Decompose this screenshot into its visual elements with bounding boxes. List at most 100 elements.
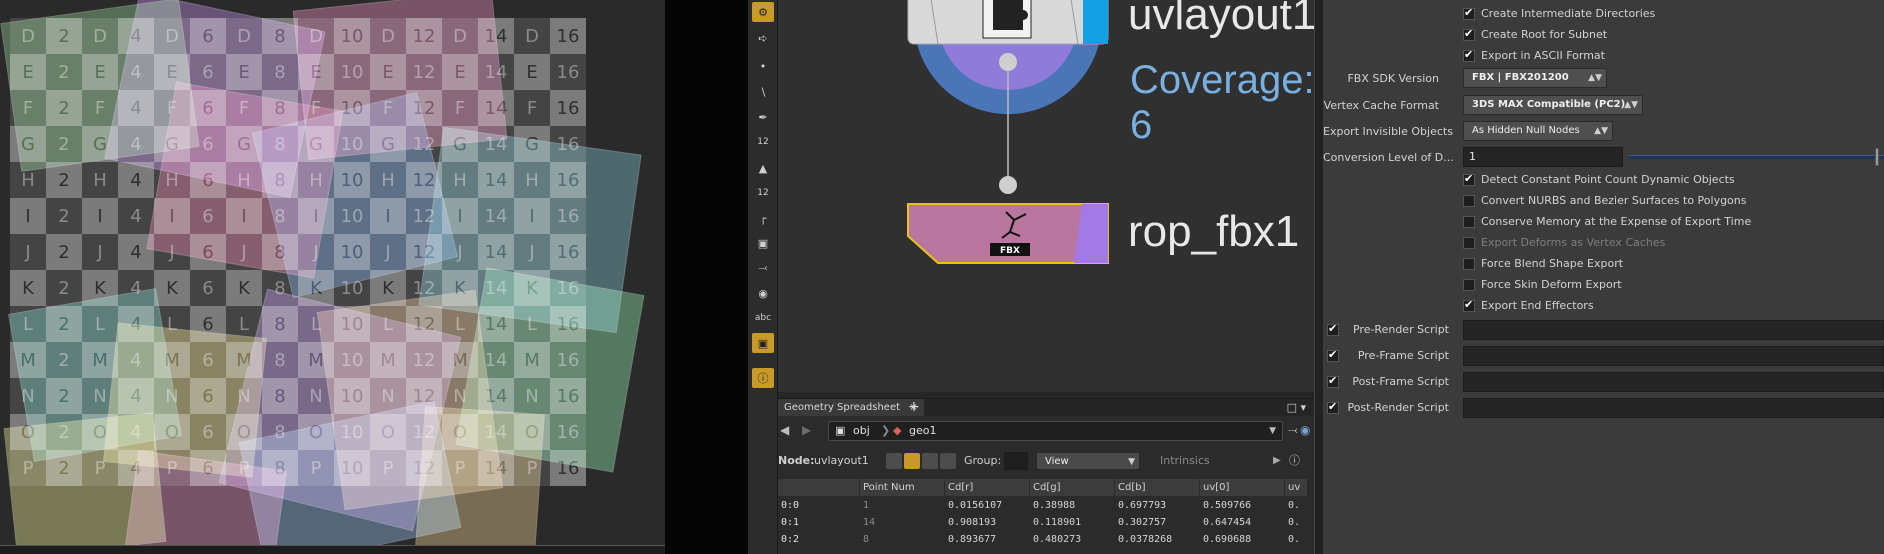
brush-icon[interactable]: ∖ — [752, 82, 774, 102]
script-toggle-label: Pre-Frame Script — [1357, 349, 1449, 362]
param-toggle-checkbox[interactable] — [1463, 6, 1475, 20]
play-icon[interactable]: ▶ — [1273, 451, 1281, 471]
row-index: 0:2 — [781, 534, 800, 545]
uv-checker-cell: 2 — [46, 270, 82, 306]
script-field[interactable] — [1463, 320, 1884, 340]
pen-icon[interactable]: ✒ — [752, 107, 774, 127]
add-tab-icon[interactable]: + — [908, 399, 920, 416]
column-header[interactable]: Point Num — [860, 479, 945, 496]
script-field[interactable] — [1463, 346, 1884, 366]
shelf-toolbar: ⚙ ➪ • ∖ ✒ 12 ▲ 12 ┌ ▣ ⤙ ◉ abc ▣ ⓘ — [748, 0, 778, 554]
uv-checker-cell: J — [10, 234, 46, 270]
point-icon[interactable]: • — [752, 56, 774, 76]
points-mode-icon[interactable] — [886, 453, 902, 469]
path-geo[interactable]: geo1 — [909, 422, 936, 440]
script-field[interactable] — [1463, 398, 1884, 418]
param-toggle-checkbox[interactable] — [1463, 216, 1475, 228]
detail-mode-icon[interactable] — [940, 453, 956, 469]
param-toggle-checkbox[interactable] — [1463, 48, 1475, 62]
link-icon[interactable]: ◉ — [1300, 423, 1310, 437]
table-cell: 0.509766 — [1203, 500, 1252, 511]
uv-viewport[interactable]: D 2 D 4 D 6 D 8 D 10 D 12 D 14 D 16 E 2 E 4 E 6 E 8 E 10 E 12 E 14 E 16… — [0, 0, 665, 554]
invisible-objects-dropdown[interactable]: As Hidden Null Nodes ▲▼ — [1463, 121, 1613, 141]
intrinsics-dropdown[interactable]: Intrinsics — [1160, 451, 1210, 471]
script-toggle-checkbox[interactable] — [1327, 348, 1339, 362]
table-cell: 0. — [1288, 517, 1301, 528]
rop-input-port[interactable] — [999, 176, 1017, 194]
script-toggle-label: Post-Frame Script — [1352, 375, 1449, 388]
row-index: 0:0 — [781, 500, 800, 511]
path-obj[interactable]: obj — [853, 422, 870, 440]
group-field[interactable] — [1004, 452, 1028, 470]
conversion-slider-track[interactable] — [1629, 155, 1884, 159]
primitives-mode-icon[interactable] — [922, 453, 938, 469]
column-header[interactable]: Cd[g] — [1030, 479, 1115, 496]
column-header[interactable]: Cd[b] — [1115, 479, 1200, 496]
transform-icon[interactable]: ▣ — [752, 233, 774, 253]
conversion-level-field[interactable]: 1 — [1463, 147, 1623, 167]
pin-icon[interactable]: ⤙ — [1288, 423, 1298, 438]
circle-icon[interactable]: ◉ — [752, 283, 774, 303]
path-dropdown-icon[interactable]: ▼ — [1269, 422, 1276, 440]
forward-arrow-icon[interactable]: ▶ — [802, 423, 811, 437]
param-toggle-checkbox[interactable] — [1463, 279, 1475, 291]
pane-menu-icon[interactable]: □ ▾ — [1287, 399, 1306, 416]
corner-icon[interactable]: ┌ — [752, 208, 774, 228]
path-input[interactable]: ▣ obj ❯ ◆ geo1 ▼ — [828, 421, 1283, 441]
uv-checker-cell: 6 — [190, 270, 226, 306]
table-cell: 0.908193 — [948, 517, 997, 528]
table-row[interactable]: 0:2 8 0.893677 0.480273 0.0378268 0.690688 0. — [778, 531, 1308, 548]
image-icon[interactable]: ▣ — [752, 333, 774, 353]
back-arrow-icon[interactable]: ◀ — [780, 423, 789, 437]
param-toggle-checkbox[interactable] — [1463, 27, 1475, 41]
fbx-sdk-dropdown[interactable]: FBX | FBX201200 ▲▼ — [1463, 68, 1607, 88]
column-header[interactable]: Cd[r] — [945, 479, 1030, 496]
uv-checker-cell: 4 — [118, 198, 154, 234]
uv-checker-cell: H — [82, 162, 118, 198]
view-dropdown[interactable]: View ▼ — [1036, 452, 1140, 470]
network-editor[interactable]: FBX uvlayout1 Coverage: 6 rop_fbx1 — [778, 0, 1314, 398]
column-header[interactable]: uv — [1285, 479, 1308, 496]
geo-icon: ◆ — [893, 424, 902, 437]
param-toggle-checkbox[interactable] — [1463, 195, 1475, 207]
uvlayout-flag[interactable] — [1083, 0, 1108, 44]
column-header[interactable]: uv[0] — [1200, 479, 1285, 496]
viewport-gutter — [665, 0, 748, 554]
pane-divider[interactable] — [1314, 0, 1323, 554]
column-header[interactable] — [778, 479, 860, 496]
param-toggle-checkbox[interactable] — [1463, 258, 1475, 270]
table-cell: 14 — [863, 517, 876, 528]
number-icon[interactable]: 12 — [752, 132, 774, 152]
table-cell: 0.118901 — [1033, 517, 1082, 528]
sculpt-icon[interactable]: ▲ — [752, 158, 774, 178]
conversion-slider-handle[interactable] — [1874, 148, 1879, 166]
param-toggle-checkbox[interactable] — [1463, 298, 1475, 312]
script-toggle-checkbox[interactable] — [1327, 400, 1339, 414]
stepper-arrows-icon: ▲▼ — [1624, 100, 1638, 110]
table-cell: 8 — [863, 534, 870, 545]
param-toggle-label: Detect Constant Point Count Dynamic Obje… — [1481, 173, 1735, 186]
table-cell: 0.0156107 — [948, 500, 1003, 511]
lasso-icon[interactable]: ➪ — [752, 28, 774, 48]
vertex-cache-dropdown[interactable]: 3DS MAX Compatible (PC2) ▲▼ — [1463, 95, 1643, 115]
param-toggle-checkbox[interactable] — [1463, 172, 1475, 186]
table-cell: 1 — [863, 500, 870, 511]
script-toggle-checkbox[interactable] — [1327, 322, 1339, 336]
node-icon[interactable]: ⚙ — [752, 2, 774, 22]
table-row[interactable]: 0:1 14 0.908193 0.118901 0.302757 0.647454 0. — [778, 514, 1308, 531]
table-row[interactable]: 0:0 1 0.0156107 0.38988 0.697793 0.509766 0. — [778, 497, 1308, 514]
tab-geometry-spreadsheet[interactable]: Geometry Spreadsheet × — [778, 399, 924, 416]
vertices-mode-icon[interactable] — [904, 453, 920, 469]
script-toggle-checkbox[interactable] — [1327, 374, 1339, 388]
node-row: Node: uvlayout1 Group: View ▼ Intrinsics … — [778, 451, 1314, 473]
pin-icon[interactable]: ⤙ — [752, 258, 774, 278]
text-icon[interactable]: abc — [752, 308, 774, 328]
uv-checker-cell: 16 — [550, 54, 586, 90]
uv-checker-cell: I — [10, 198, 46, 234]
number-sculpt-icon[interactable]: 12 — [752, 183, 774, 203]
help-icon[interactable]: ⓘ — [1289, 451, 1300, 471]
coverage-label: Coverage: 6 — [1130, 58, 1314, 147]
info-icon[interactable]: ⓘ — [752, 368, 774, 388]
script-field[interactable] — [1463, 372, 1884, 392]
uvlayout-output-port[interactable] — [999, 53, 1017, 71]
